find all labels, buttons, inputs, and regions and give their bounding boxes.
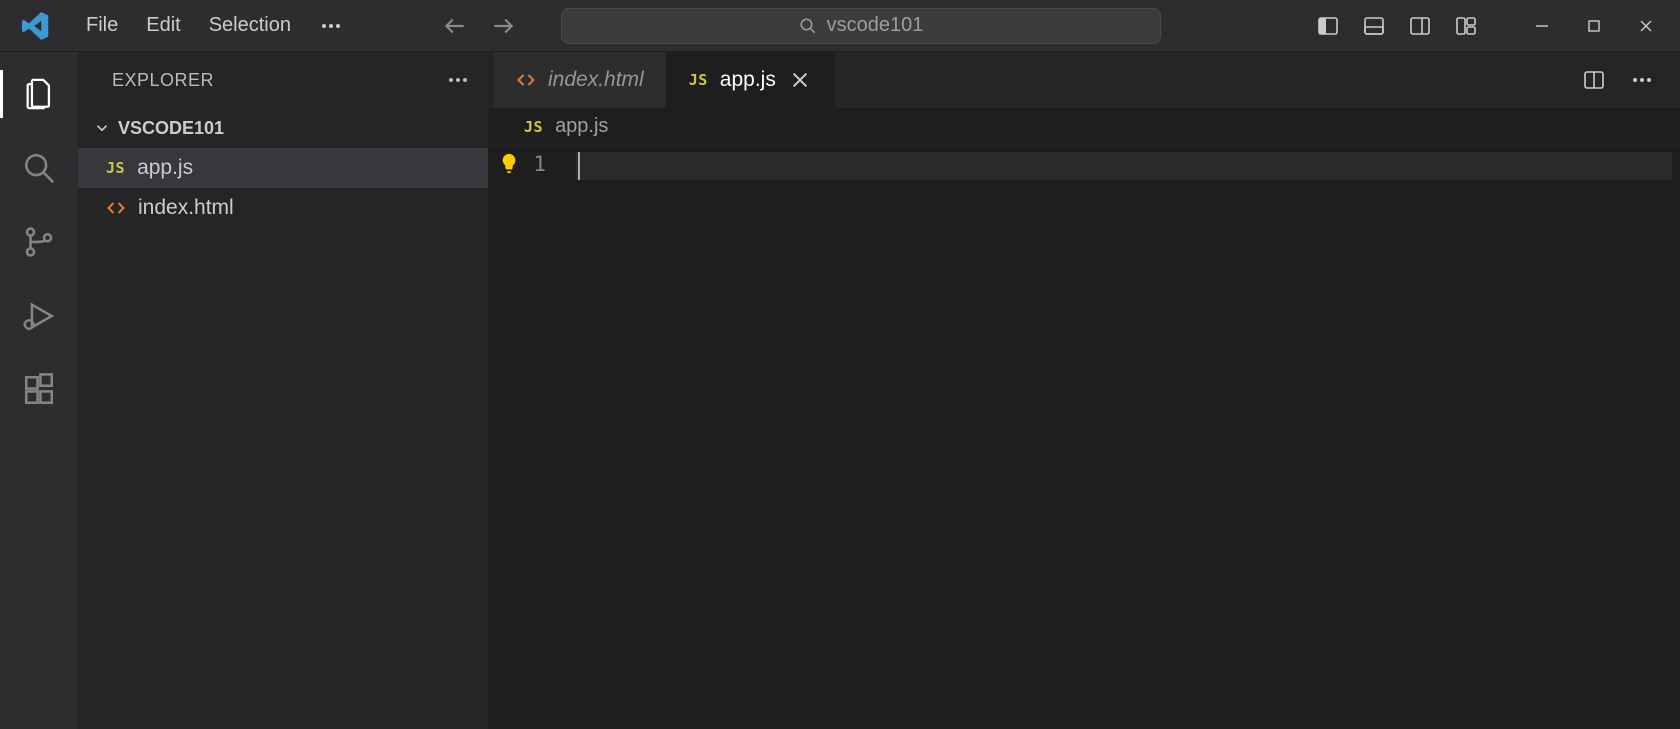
code-area[interactable] (576, 146, 1680, 729)
editor-area: index.html JS app.js JS app.js (488, 52, 1680, 729)
lightbulb-icon[interactable] (498, 152, 520, 174)
close-window-icon[interactable] (1620, 6, 1672, 46)
nav-arrows (437, 8, 521, 44)
explorer-sidebar: EXPLORER VSCODE101 JS app.js index.html (78, 52, 488, 729)
activity-extensions-icon[interactable] (9, 360, 69, 420)
tab-bar: index.html JS app.js (488, 52, 1680, 108)
tab-label: app.js (720, 68, 776, 92)
activity-explorer-icon[interactable] (9, 64, 69, 124)
js-file-icon: JS (524, 118, 543, 136)
toggle-primary-sidebar-icon[interactable] (1308, 6, 1348, 46)
minimize-icon[interactable] (1516, 6, 1568, 46)
file-tree-item-app-js[interactable]: JS app.js (78, 148, 488, 188)
html-file-icon (106, 198, 126, 218)
tab-app-js[interactable]: JS app.js (667, 52, 835, 108)
menu-file[interactable]: File (72, 8, 132, 43)
folder-name: VSCODE101 (118, 118, 224, 139)
chevron-down-icon (92, 118, 112, 138)
maximize-icon[interactable] (1568, 6, 1620, 46)
explorer-header: EXPLORER (78, 52, 488, 108)
text-cursor (578, 152, 580, 180)
explorer-title: EXPLORER (112, 70, 214, 91)
nav-back-icon[interactable] (437, 8, 473, 44)
folder-section-header[interactable]: VSCODE101 (78, 108, 488, 148)
file-tree: JS app.js index.html (78, 148, 488, 228)
command-center[interactable]: vscode101 (561, 8, 1161, 44)
breadcrumb[interactable]: JS app.js (488, 108, 1680, 146)
editor-body[interactable]: 1 (488, 146, 1680, 729)
activity-bar (0, 52, 78, 729)
current-line-highlight (576, 152, 1672, 180)
split-editor-icon[interactable] (1574, 60, 1614, 100)
explorer-more-icon[interactable] (446, 68, 470, 92)
activity-search-icon[interactable] (9, 138, 69, 198)
vscode-logo-icon (18, 8, 54, 44)
activity-run-debug-icon[interactable] (9, 286, 69, 346)
file-tree-item-index-html[interactable]: index.html (78, 188, 488, 228)
command-center-text: vscode101 (827, 14, 924, 37)
toggle-secondary-sidebar-icon[interactable] (1400, 6, 1440, 46)
file-name: index.html (138, 196, 234, 220)
js-file-icon: JS (106, 159, 125, 177)
menu-selection[interactable]: Selection (195, 8, 305, 43)
tab-label: index.html (548, 68, 644, 92)
breadcrumb-label: app.js (555, 115, 608, 138)
html-file-icon (516, 70, 536, 90)
window-controls (1516, 6, 1672, 46)
tab-index-html[interactable]: index.html (494, 52, 667, 108)
nav-forward-icon[interactable] (485, 8, 521, 44)
title-bar: File Edit Selection vscode101 (0, 0, 1680, 52)
toggle-panel-icon[interactable] (1354, 6, 1394, 46)
close-tab-icon[interactable] (788, 68, 812, 92)
customize-layout-icon[interactable] (1446, 6, 1486, 46)
editor-more-icon[interactable] (1622, 60, 1662, 100)
search-icon (799, 17, 817, 35)
js-file-icon: JS (689, 71, 708, 89)
file-name: app.js (137, 156, 193, 180)
line-number-gutter: 1 (488, 146, 576, 729)
layout-controls (1308, 6, 1486, 46)
menu-edit[interactable]: Edit (132, 8, 194, 43)
activity-source-control-icon[interactable] (9, 212, 69, 272)
menu-more-icon[interactable] (305, 8, 357, 44)
